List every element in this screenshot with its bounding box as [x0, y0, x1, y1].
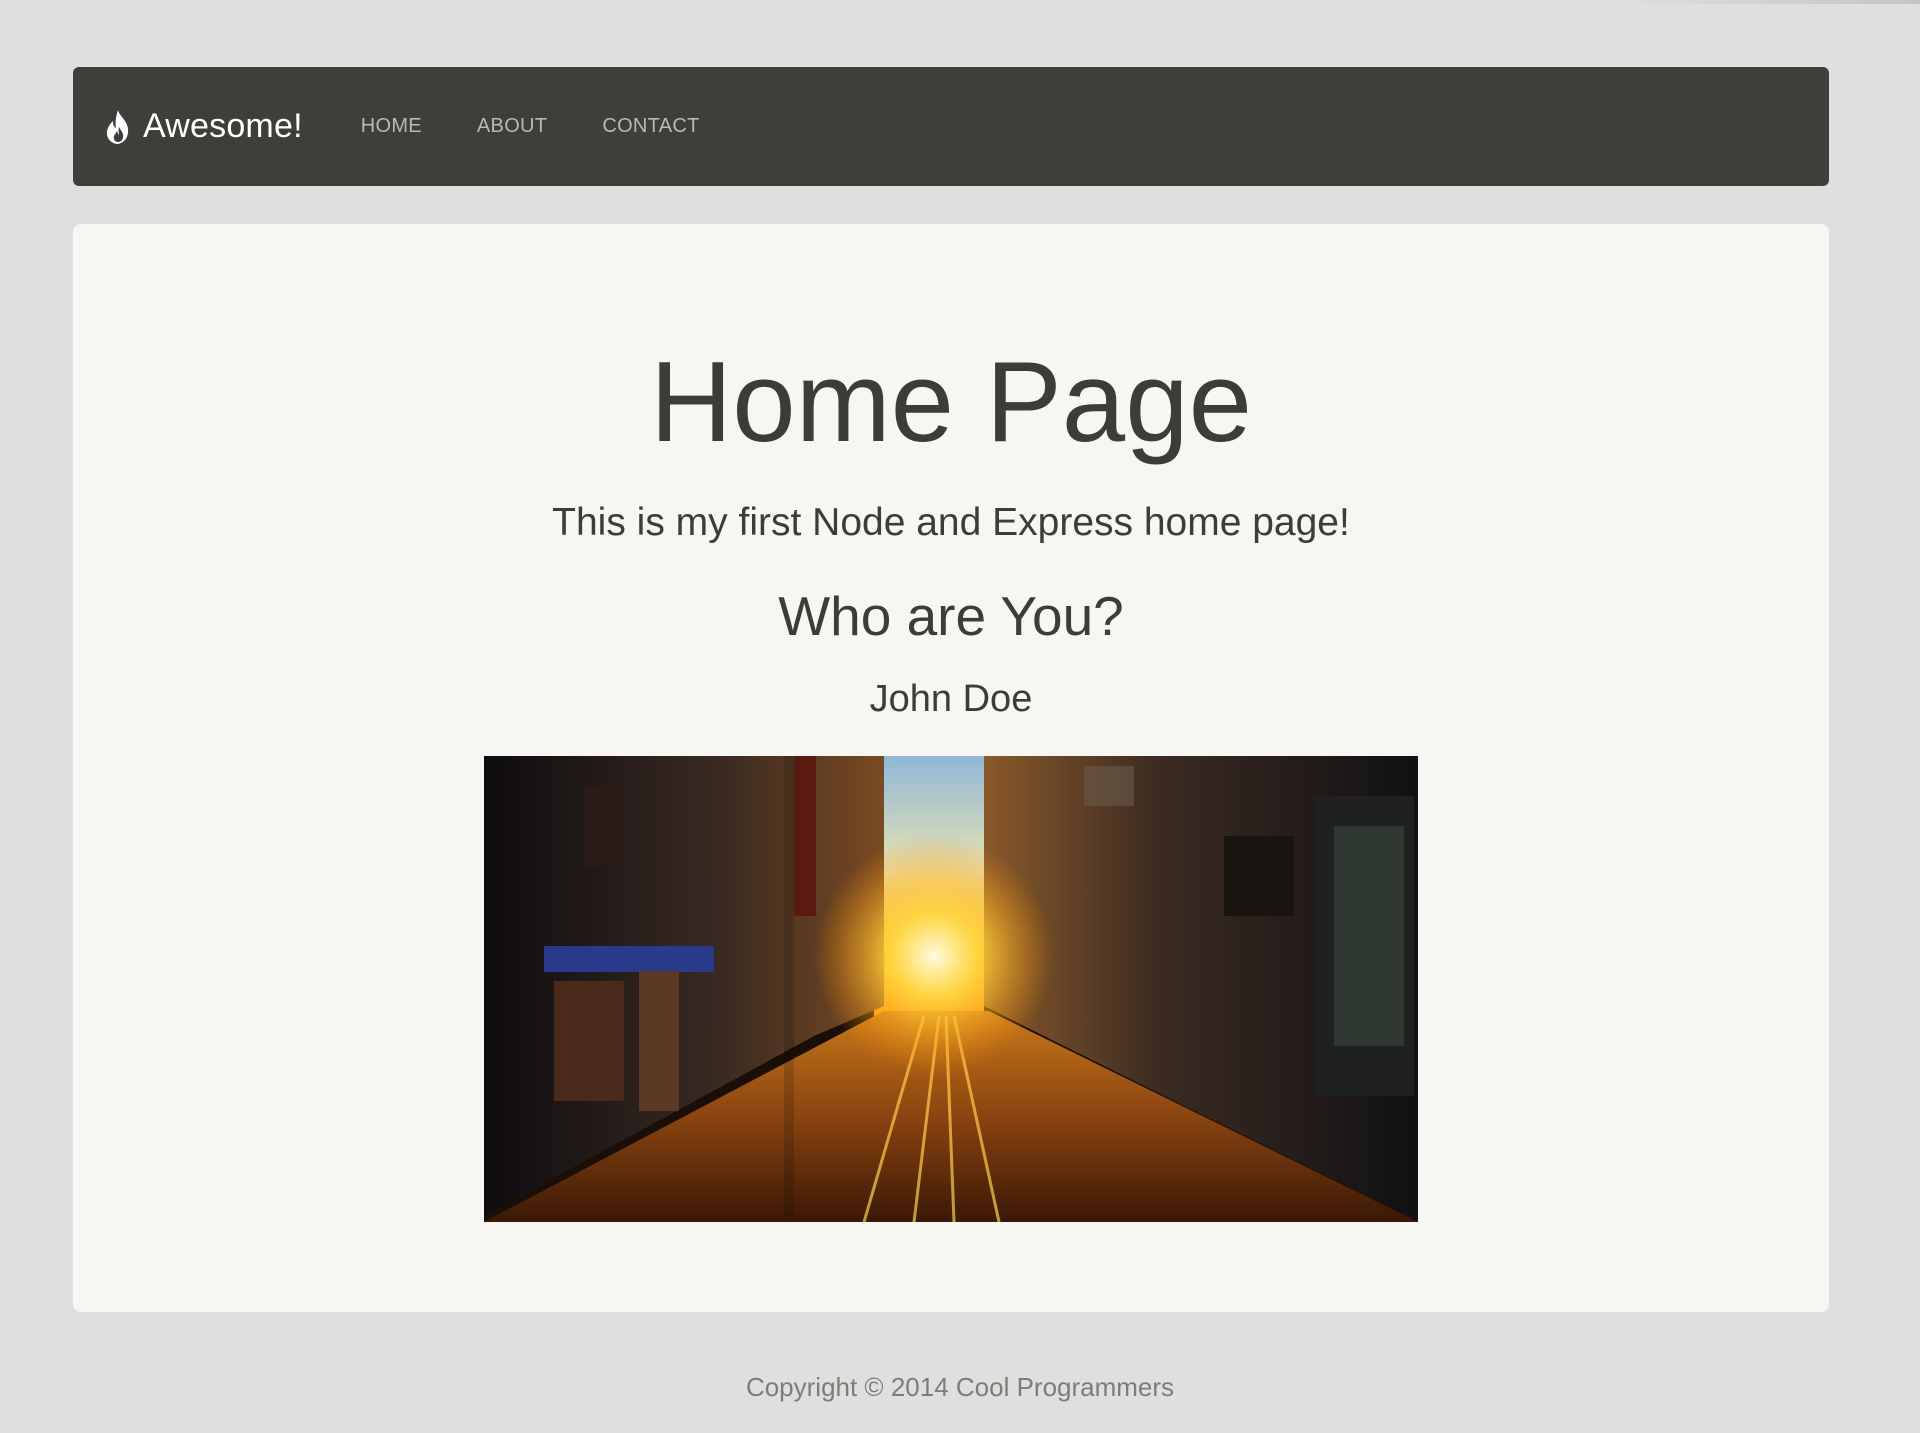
nav-link-about[interactable]: ABOUT — [477, 115, 547, 138]
nav-link-home[interactable]: HOME — [361, 115, 422, 138]
street-sunset-photo — [484, 756, 1418, 1222]
flame-icon — [106, 109, 129, 144]
question-heading: Who are You? — [778, 585, 1124, 647]
brand-link[interactable]: Awesome! — [103, 107, 303, 146]
footer-copyright: Copyright © 2014 Cool Programmers — [745, 1372, 1175, 1402]
nav-link-contact[interactable]: CONTACT — [602, 115, 699, 138]
user-name: John Doe — [869, 678, 1033, 720]
window-edge-shadow — [1620, 0, 1920, 4]
street-photo-illustration — [484, 756, 1418, 1222]
brand-name: Awesome! — [143, 107, 303, 145]
page-title: Home Page — [649, 339, 1252, 466]
navbar: Awesome! HOME ABOUT CONTACT — [73, 67, 1829, 186]
content-panel: Home Page This is my first Node and Expr… — [73, 224, 1829, 1312]
page-subtitle: This is my first Node and Express home p… — [552, 501, 1350, 544]
